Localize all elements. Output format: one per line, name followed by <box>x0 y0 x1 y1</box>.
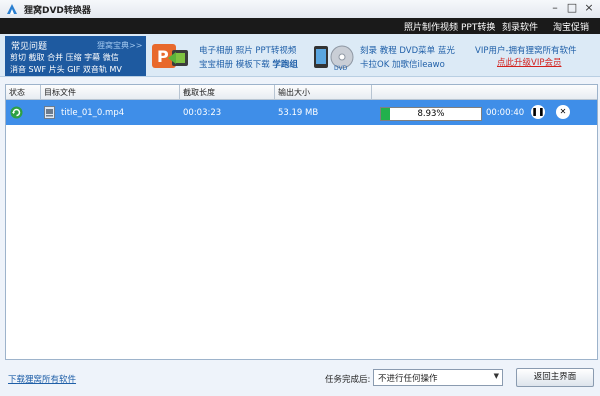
after-complete-value: 不进行任何操作 <box>378 374 438 384</box>
menu-bar: 照片制作视频 PPT转换 刻录软件 淘宝促销 <box>0 18 600 34</box>
app-logo-icon <box>7 4 17 14</box>
col-clip-length[interactable]: 截取长度 <box>183 87 215 98</box>
promo-dvd-line2[interactable]: 卡拉OK 加歌信ileawo <box>360 58 445 70</box>
row-file-name: title_01_0.mp4 <box>61 108 125 118</box>
pause-button[interactable]: ❚❚ <box>531 105 545 119</box>
promo-ppt-line2[interactable]: 宝宝相册 模板下载 学跑组 <box>199 58 298 70</box>
chevron-down-icon[interactable]: ▼ <box>494 372 499 380</box>
maximize-button[interactable]: □ <box>564 1 580 15</box>
back-to-main-button[interactable]: 返回主界面 <box>516 368 594 387</box>
cancel-task-button[interactable]: ✕ <box>556 105 570 119</box>
vip-upgrade-link[interactable]: 点此升级VIP会员 <box>497 56 561 68</box>
converting-status-icon <box>10 106 23 119</box>
video-file-icon <box>44 106 55 119</box>
close-window-button[interactable]: × <box>581 1 597 15</box>
menu-taobao-promo[interactable]: 淘宝促销 <box>553 20 589 33</box>
row-output-size: 53.19 MB <box>278 108 319 118</box>
faq-title[interactable]: 常见问题 <box>11 39 47 52</box>
menu-photo-video[interactable]: 照片制作视频 <box>404 20 458 33</box>
faq-links-line2[interactable]: 消音 SWF 片头 GIF 双音轨 MV <box>10 64 122 75</box>
conversion-progress-bar: 8.93% <box>380 107 482 121</box>
col-output-size[interactable]: 输出大小 <box>278 87 310 98</box>
window-title: 狸窝DVD转换器 <box>24 6 91 16</box>
faq-links-line1[interactable]: 剪切 截取 合并 压缩 字幕 微信 <box>10 52 119 63</box>
col-divider[interactable] <box>274 85 275 99</box>
svg-text:DVD: DVD <box>334 65 348 72</box>
col-divider[interactable] <box>179 85 180 99</box>
task-table: 状态 目标文件 截取长度 输出大小 title_01_0.mp4 00:03:2… <box>5 84 598 360</box>
svg-text:P: P <box>157 47 169 66</box>
app-window: 狸窝DVD转换器 – □ × 照片制作视频 PPT转换 刻录软件 淘宝促销 常见… <box>0 0 600 396</box>
after-complete-select[interactable]: 不进行任何操作 ▼ <box>373 369 503 386</box>
col-divider[interactable] <box>40 85 41 99</box>
menu-ppt-convert[interactable]: PPT转换 <box>461 20 495 33</box>
vip-text: VIP用户-拥有狸窝所有软件 <box>475 46 577 56</box>
minimize-button[interactable]: – <box>547 1 563 15</box>
table-row[interactable]: title_01_0.mp4 00:03:23 53.19 MB 8.93% 0… <box>6 100 597 125</box>
row-clip-length: 00:03:23 <box>183 108 222 118</box>
after-complete-label: 任务完成后: <box>325 375 371 385</box>
ppt-video-icon[interactable]: P <box>150 40 192 72</box>
download-all-software-link[interactable]: 下载狸窝所有软件 <box>8 373 76 385</box>
promo-dvd-line1[interactable]: 刻录 教程 DVD菜单 蓝光 <box>360 44 455 56</box>
menu-burn-software[interactable]: 刻录软件 <box>502 20 538 33</box>
faq-more-link[interactable]: 狸窝宝典>> <box>97 40 142 51</box>
title-bar: 狸窝DVD转换器 – □ × <box>0 0 600 18</box>
promo-ppt-line1[interactable]: 电子相册 照片 PPT转视频 <box>199 44 296 56</box>
col-status[interactable]: 状态 <box>9 87 25 98</box>
table-header: 状态 目标文件 截取长度 输出大小 <box>6 85 597 100</box>
progress-percent: 8.93% <box>417 109 445 119</box>
row-remaining-time: 00:00:40 <box>486 108 525 118</box>
col-divider[interactable] <box>371 85 372 99</box>
dvd-burn-icon[interactable]: DVD <box>312 40 356 72</box>
col-target-file[interactable]: 目标文件 <box>44 87 76 98</box>
